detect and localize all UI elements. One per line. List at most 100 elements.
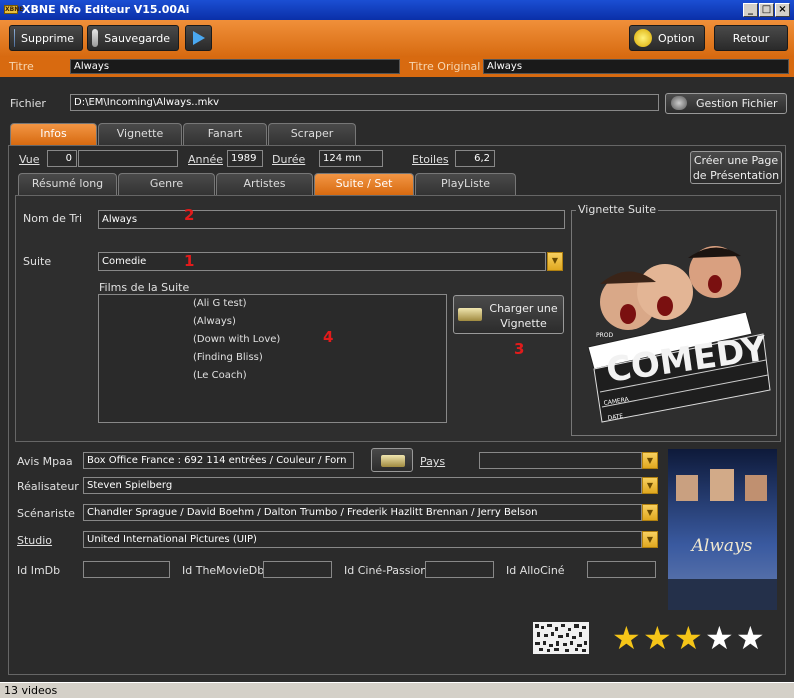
play-icon bbox=[192, 31, 205, 45]
retour-label: Retour bbox=[732, 31, 770, 45]
id-imdb-input[interactable] bbox=[83, 561, 170, 578]
studio-dropdown-icon[interactable]: ▼ bbox=[642, 531, 658, 548]
marker-1: 1 bbox=[184, 252, 195, 270]
mpaa-action-button[interactable] bbox=[371, 448, 413, 472]
star-icon[interactable]: ★ bbox=[705, 622, 734, 654]
titre-original-input[interactable]: Always bbox=[483, 59, 789, 74]
tab-infos[interactable]: Infos bbox=[10, 123, 97, 145]
mpaa-input[interactable]: Box Office France : 692 114 entrées / Co… bbox=[83, 452, 354, 469]
clapper-date-text: DATE bbox=[607, 413, 624, 422]
toolbar: Supprime Sauvegarde Option Retour bbox=[0, 20, 794, 57]
films-list[interactable]: (Ali G test) (Always) (Down with Love) (… bbox=[98, 294, 447, 423]
list-item[interactable]: (Ali G test) bbox=[193, 298, 247, 309]
title-row: Titre Always Titre Original Always bbox=[0, 57, 794, 77]
star-icon[interactable]: ★ bbox=[643, 622, 672, 654]
tab-genre[interactable]: Genre bbox=[118, 173, 215, 195]
suite-dropdown-icon[interactable]: ▼ bbox=[547, 252, 563, 271]
option-icon bbox=[634, 29, 652, 47]
close-button[interactable]: × bbox=[775, 3, 790, 17]
poster-title-text: Always bbox=[690, 536, 753, 556]
minimize-button[interactable]: _ bbox=[743, 3, 758, 17]
suite-label: Suite bbox=[23, 255, 52, 268]
status-text: 13 videos bbox=[4, 684, 58, 697]
realisateur-label: Réalisateur bbox=[17, 480, 79, 493]
maximize-button[interactable]: □ bbox=[759, 3, 774, 17]
vue-input[interactable]: 0 bbox=[47, 150, 77, 167]
pays-dropdown-icon[interactable]: ▼ bbox=[642, 452, 658, 469]
id-tmdb-label: Id TheMovieDb bbox=[182, 564, 265, 577]
edit-icon bbox=[381, 455, 405, 467]
vignette-suite-label: Vignette Suite bbox=[576, 203, 659, 216]
vue-label: Vue bbox=[19, 153, 40, 166]
id-imdb-label: Id ImDb bbox=[17, 564, 61, 577]
scenariste-select[interactable]: Chandler Sprague / David Boehm / Dalton … bbox=[83, 504, 642, 521]
tab-resume-long[interactable]: Résumé long bbox=[18, 173, 117, 195]
window-title-bar: XBNE XBNE Nfo Editeur V15.00Ai _ □ × bbox=[0, 0, 794, 20]
realisateur-dropdown-icon[interactable]: ▼ bbox=[642, 477, 658, 494]
tab-playliste[interactable]: PlayListe bbox=[415, 173, 516, 195]
tab-scraper[interactable]: Scraper bbox=[268, 123, 356, 145]
titre-label: Titre bbox=[9, 60, 34, 73]
id-allo-input[interactable] bbox=[587, 561, 656, 578]
pays-label: Pays bbox=[420, 455, 446, 468]
etoiles-input[interactable]: 6,2 bbox=[455, 150, 495, 167]
trash-icon bbox=[14, 29, 16, 47]
id-tmdb-input[interactable] bbox=[263, 561, 332, 578]
status-bar: 13 videos bbox=[0, 682, 794, 698]
option-button[interactable]: Option bbox=[629, 25, 705, 51]
scenariste-dropdown-icon[interactable]: ▼ bbox=[642, 504, 658, 521]
supprime-label: Supprime bbox=[21, 31, 74, 45]
folder-icon bbox=[671, 96, 687, 110]
fichier-input[interactable]: D:\EM\Incoming\Always..mkv bbox=[70, 94, 659, 111]
nom-tri-input[interactable]: Always bbox=[98, 210, 565, 229]
rating-stars[interactable]: ★ ★ ★ ★ ★ bbox=[612, 622, 772, 656]
list-item[interactable]: (Down with Love) bbox=[193, 334, 280, 345]
duree-input[interactable]: 124 mn bbox=[319, 150, 383, 167]
clapper-prod-text: PROD bbox=[596, 332, 614, 339]
fichier-label: Fichier bbox=[10, 97, 46, 110]
list-item[interactable]: (Finding Bliss) bbox=[193, 352, 263, 363]
tab-artistes[interactable]: Artistes bbox=[216, 173, 313, 195]
scenariste-label: Scénariste bbox=[17, 507, 75, 520]
supprime-button[interactable]: Supprime bbox=[9, 25, 83, 51]
id-cine-input[interactable] bbox=[425, 561, 494, 578]
sauvegarde-button[interactable]: Sauvegarde bbox=[87, 25, 179, 51]
star-icon[interactable]: ★ bbox=[736, 622, 765, 654]
realisateur-select[interactable]: Steven Spielberg bbox=[83, 477, 642, 494]
studio-select[interactable]: United International Pictures (UIP) bbox=[83, 531, 642, 548]
annee-input[interactable]: 1989 bbox=[227, 150, 263, 167]
retour-button[interactable]: Retour bbox=[714, 25, 788, 51]
pays-select[interactable] bbox=[479, 452, 642, 469]
tab-vignette[interactable]: Vignette bbox=[98, 123, 182, 145]
barcode-icon bbox=[533, 622, 589, 654]
nom-tri-label: Nom de Tri bbox=[23, 212, 83, 225]
vue-extra-input[interactable] bbox=[78, 150, 178, 167]
titre-original-label: Titre Original bbox=[409, 60, 481, 73]
star-icon[interactable]: ★ bbox=[612, 622, 641, 654]
studio-label: Studio bbox=[17, 534, 53, 547]
star-icon[interactable]: ★ bbox=[674, 622, 703, 654]
suite-select[interactable]: Comedie bbox=[98, 252, 546, 271]
window-title: XBNE Nfo Editeur V15.00Ai bbox=[22, 3, 190, 16]
titre-input[interactable]: Always bbox=[70, 59, 400, 74]
films-suite-label: Films de la Suite bbox=[99, 281, 190, 294]
id-allo-label: Id AlloCiné bbox=[506, 564, 565, 577]
gestion-fichier-label: Gestion Fichier bbox=[696, 97, 778, 110]
comedy-clapper-image: COMEDY PROD CAMERA DATE bbox=[587, 246, 771, 423]
sauvegarde-label: Sauvegarde bbox=[104, 31, 170, 45]
id-cine-label: Id Ciné-Passion bbox=[344, 564, 428, 577]
marker-4: 4 bbox=[323, 328, 334, 346]
creer-page-button[interactable]: Créer une Page de Présentation bbox=[690, 151, 782, 184]
movie-poster-image[interactable]: Always bbox=[668, 449, 777, 610]
charger-vignette-label: Charger une Vignette bbox=[489, 302, 558, 330]
list-item[interactable]: (Always) bbox=[193, 316, 236, 327]
play-button[interactable] bbox=[185, 25, 212, 51]
charger-vignette-button[interactable]: Charger une Vignette bbox=[453, 295, 564, 334]
tab-fanart[interactable]: Fanart bbox=[183, 123, 267, 145]
gestion-fichier-button[interactable]: Gestion Fichier bbox=[665, 93, 787, 114]
list-item[interactable]: (Le Coach) bbox=[193, 370, 247, 381]
etoiles-label: Etoiles bbox=[412, 153, 449, 166]
tab-suite-set[interactable]: Suite / Set bbox=[314, 173, 414, 195]
marker-3: 3 bbox=[514, 340, 525, 358]
option-label: Option bbox=[658, 31, 695, 45]
